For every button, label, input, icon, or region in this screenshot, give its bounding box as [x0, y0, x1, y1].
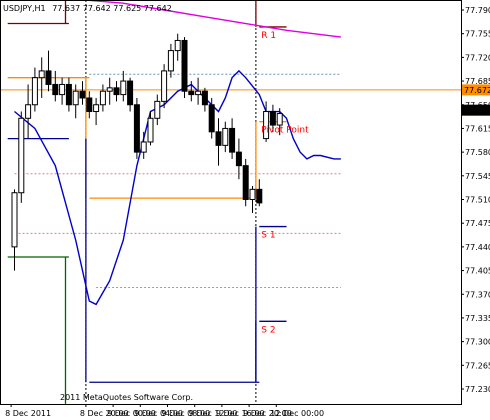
y-axis-tick-label: 77.265 — [465, 361, 490, 370]
candle-body — [208, 104, 215, 133]
candle-body — [215, 131, 222, 146]
pivot-label: R 1 — [261, 31, 276, 41]
candle-body — [45, 70, 52, 85]
y-axis-tick-label: 77.755 — [465, 30, 490, 39]
candle-body — [249, 188, 256, 201]
candle-body — [38, 70, 45, 79]
x-axis-tick-label: 12 Dec 00:00 — [270, 409, 324, 418]
candle-body — [79, 90, 86, 99]
candle-body — [72, 90, 79, 106]
candle-body — [106, 87, 113, 92]
candle-body — [181, 39, 188, 92]
candle-body — [133, 104, 140, 153]
candle-body — [65, 83, 72, 106]
candle-body — [276, 113, 283, 126]
chart-background — [0, 0, 490, 420]
pivot-label: Pivot Point — [261, 126, 309, 136]
header-ohlc: 77.637 77.642 77.625 77.642 — [52, 4, 172, 13]
candle-body — [154, 100, 161, 119]
candle-body — [127, 80, 134, 106]
candle-body — [167, 50, 174, 72]
candle-body — [256, 188, 263, 204]
candle-body — [31, 77, 38, 106]
candle-body — [147, 117, 154, 143]
candle-body — [188, 90, 195, 96]
candle-body — [11, 192, 18, 248]
y-axis-tick-label: 77.335 — [465, 314, 490, 323]
y-axis-tick-label: 77.720 — [465, 53, 490, 62]
header-symbol: USDJPY,H1 — [3, 4, 46, 13]
y-axis-tick-label: 77.615 — [465, 124, 490, 133]
candle-body — [18, 117, 25, 194]
y-axis-tick-label: 77.440 — [465, 243, 490, 252]
candle-body — [235, 151, 242, 167]
candle-body — [222, 127, 229, 146]
candle-body — [269, 111, 276, 126]
y-axis-tick-label: 77.510 — [465, 196, 490, 205]
y-axis-tick-label: 77.790 — [465, 6, 490, 15]
watermark: 2011 MetaQuotes Software Corp. — [60, 393, 193, 402]
y-axis-tick-label: 77.230 — [465, 385, 490, 394]
x-axis-tick-label: 8 Dec 2011 — [5, 409, 51, 418]
candle-body — [195, 90, 202, 96]
y-axis-tick-label: 77.370 — [465, 290, 490, 299]
y-axis-tick-label: 77.300 — [465, 338, 490, 347]
y-axis-tick-label: 77.545 — [465, 172, 490, 181]
candle-body — [229, 127, 236, 153]
y-axis-tick-label: 77.475 — [465, 219, 490, 228]
candle-body — [201, 90, 208, 106]
candle-body — [242, 165, 249, 201]
candle-body — [161, 70, 168, 102]
price-chart[interactable]: R 1 Pivot Point S 1 S 2 77.790 77.755 77.720 7… — [0, 0, 490, 420]
candle-body — [52, 83, 59, 96]
candle-body — [59, 83, 66, 96]
candle-body — [99, 90, 106, 106]
price-badge-label: 77.672 — [464, 86, 490, 95]
y-axis-tick-label: 77.580 — [465, 148, 490, 157]
candle-body — [140, 141, 147, 153]
candle-body — [174, 39, 181, 52]
candle-body — [86, 97, 93, 113]
candle-body — [113, 87, 120, 96]
y-axis-tick-label: 77.405 — [465, 267, 490, 276]
price-badge-label: 77.642 — [464, 106, 490, 115]
candle-body — [120, 80, 127, 96]
candle-body — [25, 104, 32, 119]
pivot-label: S 1 — [261, 231, 275, 241]
candle-body — [93, 104, 100, 113]
pivot-label: S 2 — [261, 325, 275, 335]
chart-header: USDJPY,H1 77.637 77.642 77.625 77.642 — [3, 4, 172, 13]
